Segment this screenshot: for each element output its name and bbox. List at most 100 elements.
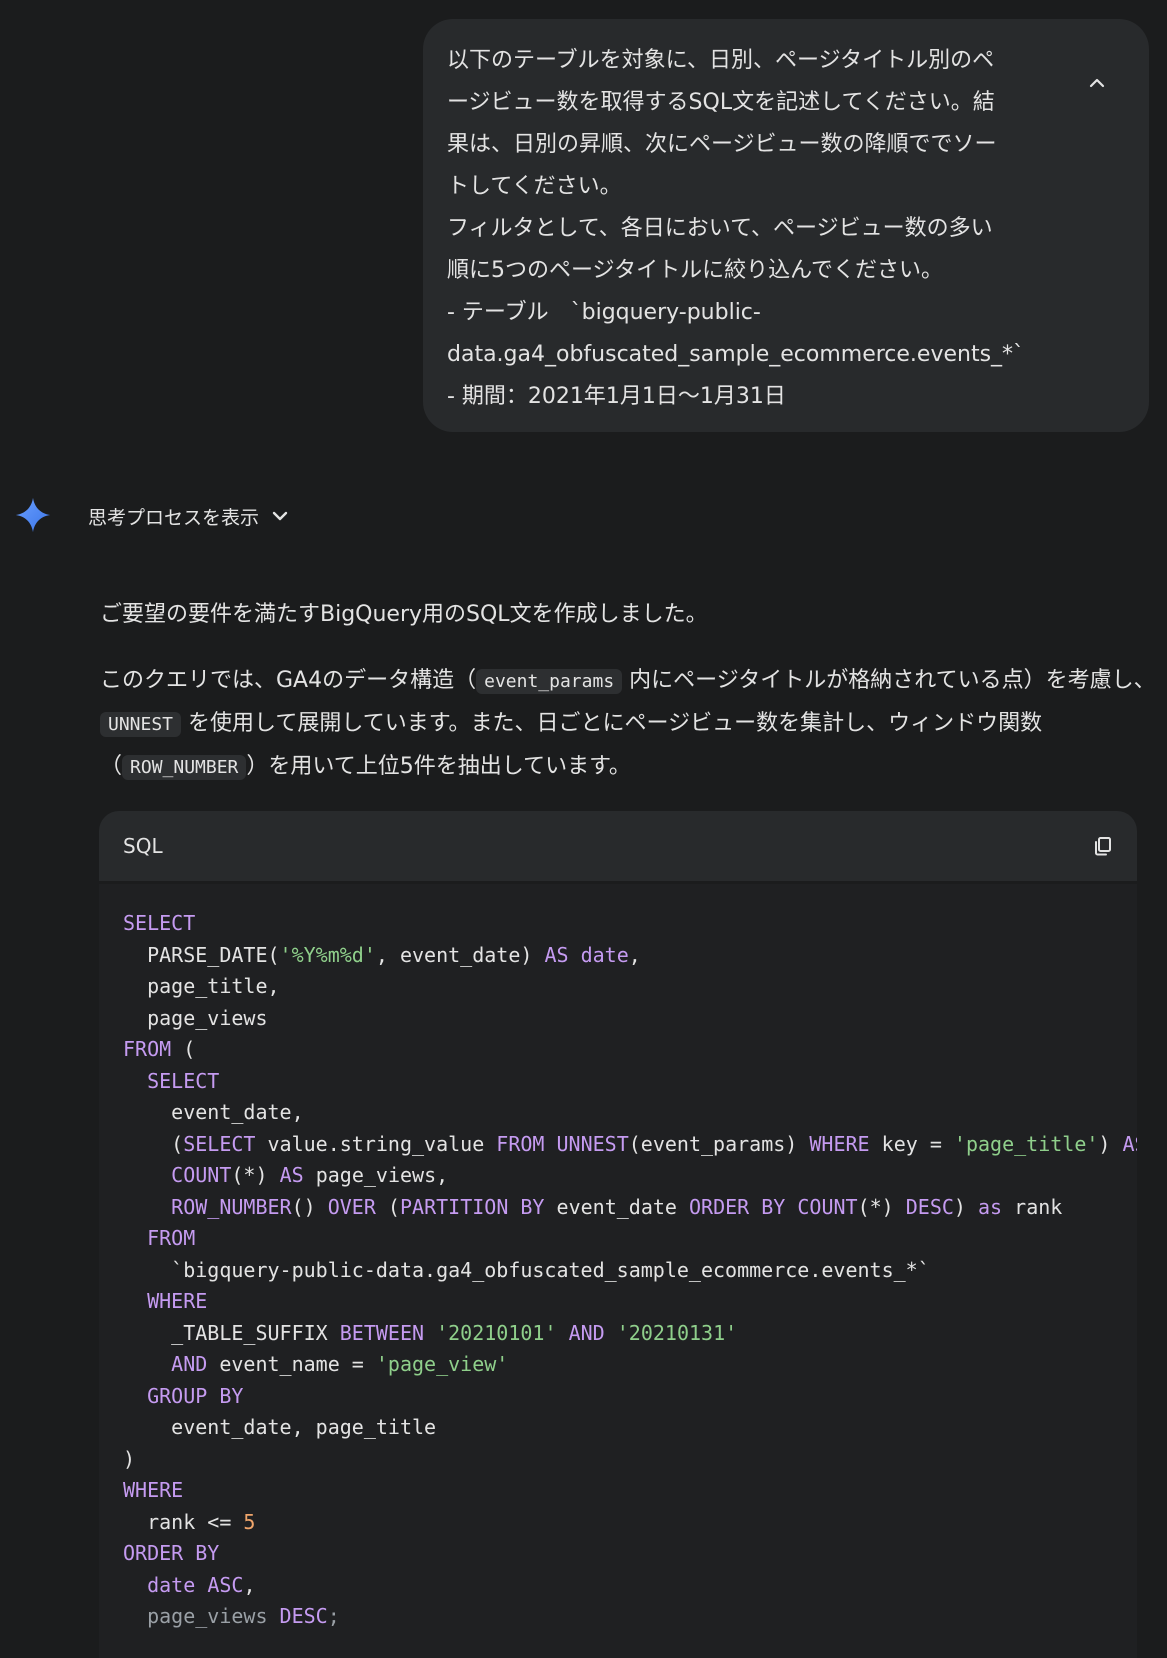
sql-keyword: WHERE — [809, 1131, 870, 1156]
sql-text: () — [291, 1194, 328, 1219]
sql-string: '%Y%m%d' — [279, 942, 376, 967]
sql-keyword: SELECT — [183, 1131, 256, 1156]
code-line: ) — [123, 1444, 1137, 1476]
sql-keyword: WHERE — [123, 1478, 184, 1502]
user-prompt-line: 順に5つのページタイトルに絞り込んでください。 — [447, 258, 944, 283]
code-line: SELECT — [123, 1066, 1137, 1098]
code-line: AND event_name = 'page_view' — [123, 1349, 1137, 1381]
sql-keyword: WHERE — [147, 1289, 208, 1313]
chat-page: 以下のテーブルを対象に、日別、ページタイトル別のペ ージビュー数を取得するSQL文… — [0, 0, 1167, 1658]
user-prompt-line: 果は、日別の昇順、次にページビュー数の降順ででソー — [447, 132, 997, 157]
user-prompt-line: - 期間：2021年1月1日～1月31日 — [447, 384, 786, 409]
response-text: ）を用いて上位5件を抽出しています。 — [246, 754, 631, 779]
code-line: ROW_NUMBER() OVER (PARTITION BY event_da… — [123, 1192, 1137, 1224]
code-line: COUNT(*) AS page_views, — [123, 1160, 1137, 1192]
sql-text: ( — [375, 1194, 400, 1219]
sql-text: ( — [171, 1037, 196, 1061]
sql-text: event_date, page_title — [123, 1415, 437, 1439]
copy-code-button[interactable] — [1089, 832, 1117, 860]
response-paragraph-1: ご要望の要件を満たすBigQuery用のSQL文を作成しました。 — [100, 602, 708, 627]
sql-keyword: ORDER BY — [688, 1194, 786, 1219]
sql-text: ) — [953, 1194, 979, 1219]
inline-code-event-params: event_params — [476, 669, 623, 694]
sql-keyword: COUNT — [171, 1163, 232, 1187]
user-prompt-bubble: 以下のテーブルを対象に、日別、ページタイトル別のペ ージビュー数を取得するSQL文… — [423, 19, 1149, 432]
user-prompt-line: data.ga4_obfuscated_sample_ecommerce.eve… — [447, 342, 1025, 367]
sql-keyword: DESC — [905, 1194, 954, 1219]
sql-string: '20210101' — [436, 1320, 557, 1345]
sql-string: 'page_view' — [375, 1352, 509, 1376]
sql-keyword: date — [580, 942, 629, 967]
sql-keyword: AS — [1122, 1131, 1138, 1156]
code-line: event_date, — [123, 1097, 1137, 1129]
copy-icon — [1095, 837, 1111, 856]
sql-text: _TABLE_SUFFIX — [123, 1320, 340, 1345]
sql-text: (event_params) — [628, 1131, 810, 1156]
code-line: SELECT — [123, 908, 1137, 940]
user-prompt-line: 以下のテーブルを対象に、日別、ページタイトル別のペ — [447, 48, 995, 73]
sql-text: , — [243, 1572, 256, 1597]
code-content: SELECT PARSE_DATE('%Y%m%d', event_date) … — [123, 908, 1137, 1633]
sql-keyword: SELECT — [123, 911, 196, 935]
show-thinking-toggle[interactable]: 思考プロセスを表示 — [88, 498, 289, 534]
sql-text: ( — [123, 1131, 184, 1156]
code-line: PARSE_DATE('%Y%m%d', event_date) AS date… — [123, 940, 1137, 972]
sql-keyword: BETWEEN — [339, 1320, 425, 1345]
sql-text: (*) — [231, 1163, 280, 1187]
sql-keyword: date — [147, 1572, 196, 1597]
code-line: `bigquery-public-data.ga4_obfuscated_sam… — [123, 1255, 1137, 1287]
sql-text: ) — [123, 1446, 136, 1471]
code-line: WHERE — [123, 1286, 1137, 1318]
code-line: _TABLE_SUFFIX BETWEEN '20210101' AND '20… — [123, 1318, 1137, 1350]
sql-text: rank — [1002, 1194, 1063, 1219]
gemini-sparkle-icon — [15, 497, 51, 533]
sql-keyword: AND — [568, 1320, 605, 1345]
code-block-header: SQL — [99, 811, 1137, 881]
user-prompt-line: - テーブル `bigquery-public- — [447, 300, 761, 325]
sql-text: PARSE_DATE( — [123, 942, 280, 967]
inline-code-row-number: ROW_NUMBER — [122, 755, 247, 780]
code-line: page_views — [123, 1003, 1137, 1035]
code-line: page_views DESC; — [123, 1601, 1137, 1633]
code-line: ORDER BY — [123, 1538, 1137, 1570]
sql-keyword: ORDER BY — [123, 1541, 220, 1565]
sql-string: '20210131' — [616, 1320, 738, 1345]
sql-keyword: UNNEST — [556, 1131, 629, 1156]
code-line: event_date, page_title — [123, 1412, 1137, 1444]
code-line: FROM ( — [123, 1034, 1137, 1066]
sql-keyword: FROM — [147, 1226, 196, 1250]
sql-text: rank <= — [123, 1509, 244, 1534]
sql-keyword: DESC — [279, 1604, 328, 1628]
sql-keyword: ROW_NUMBER — [171, 1194, 292, 1219]
sql-text: value.string_value — [255, 1131, 497, 1156]
sql-text: ) — [1098, 1131, 1123, 1156]
sql-keyword: ASC — [207, 1572, 244, 1597]
sql-keyword: as — [978, 1194, 1003, 1219]
code-block-body[interactable]: SELECT PARSE_DATE('%Y%m%d', event_date) … — [99, 884, 1137, 1658]
sql-text: (*) — [857, 1194, 906, 1219]
sql-text: page_title, — [123, 974, 280, 998]
inline-code-unnest: UNNEST — [100, 712, 182, 737]
sql-text: page_views — [123, 1005, 268, 1030]
response-text: 内にページタイトルが格納されている点）を考慮し、 — [622, 668, 1156, 693]
sql-keyword: PARTITION BY — [399, 1194, 545, 1219]
sql-keyword: AS — [544, 942, 569, 967]
code-line: page_title, — [123, 971, 1137, 1003]
user-prompt-text: 以下のテーブルを対象に、日別、ページタイトル別のペ ージビュー数を取得するSQL文… — [447, 40, 1069, 418]
collapse-prompt-button[interactable] — [1083, 69, 1111, 97]
sql-text: event_date — [544, 1194, 689, 1219]
code-line: (SELECT value.string_value FROM UNNEST(e… — [123, 1129, 1137, 1161]
